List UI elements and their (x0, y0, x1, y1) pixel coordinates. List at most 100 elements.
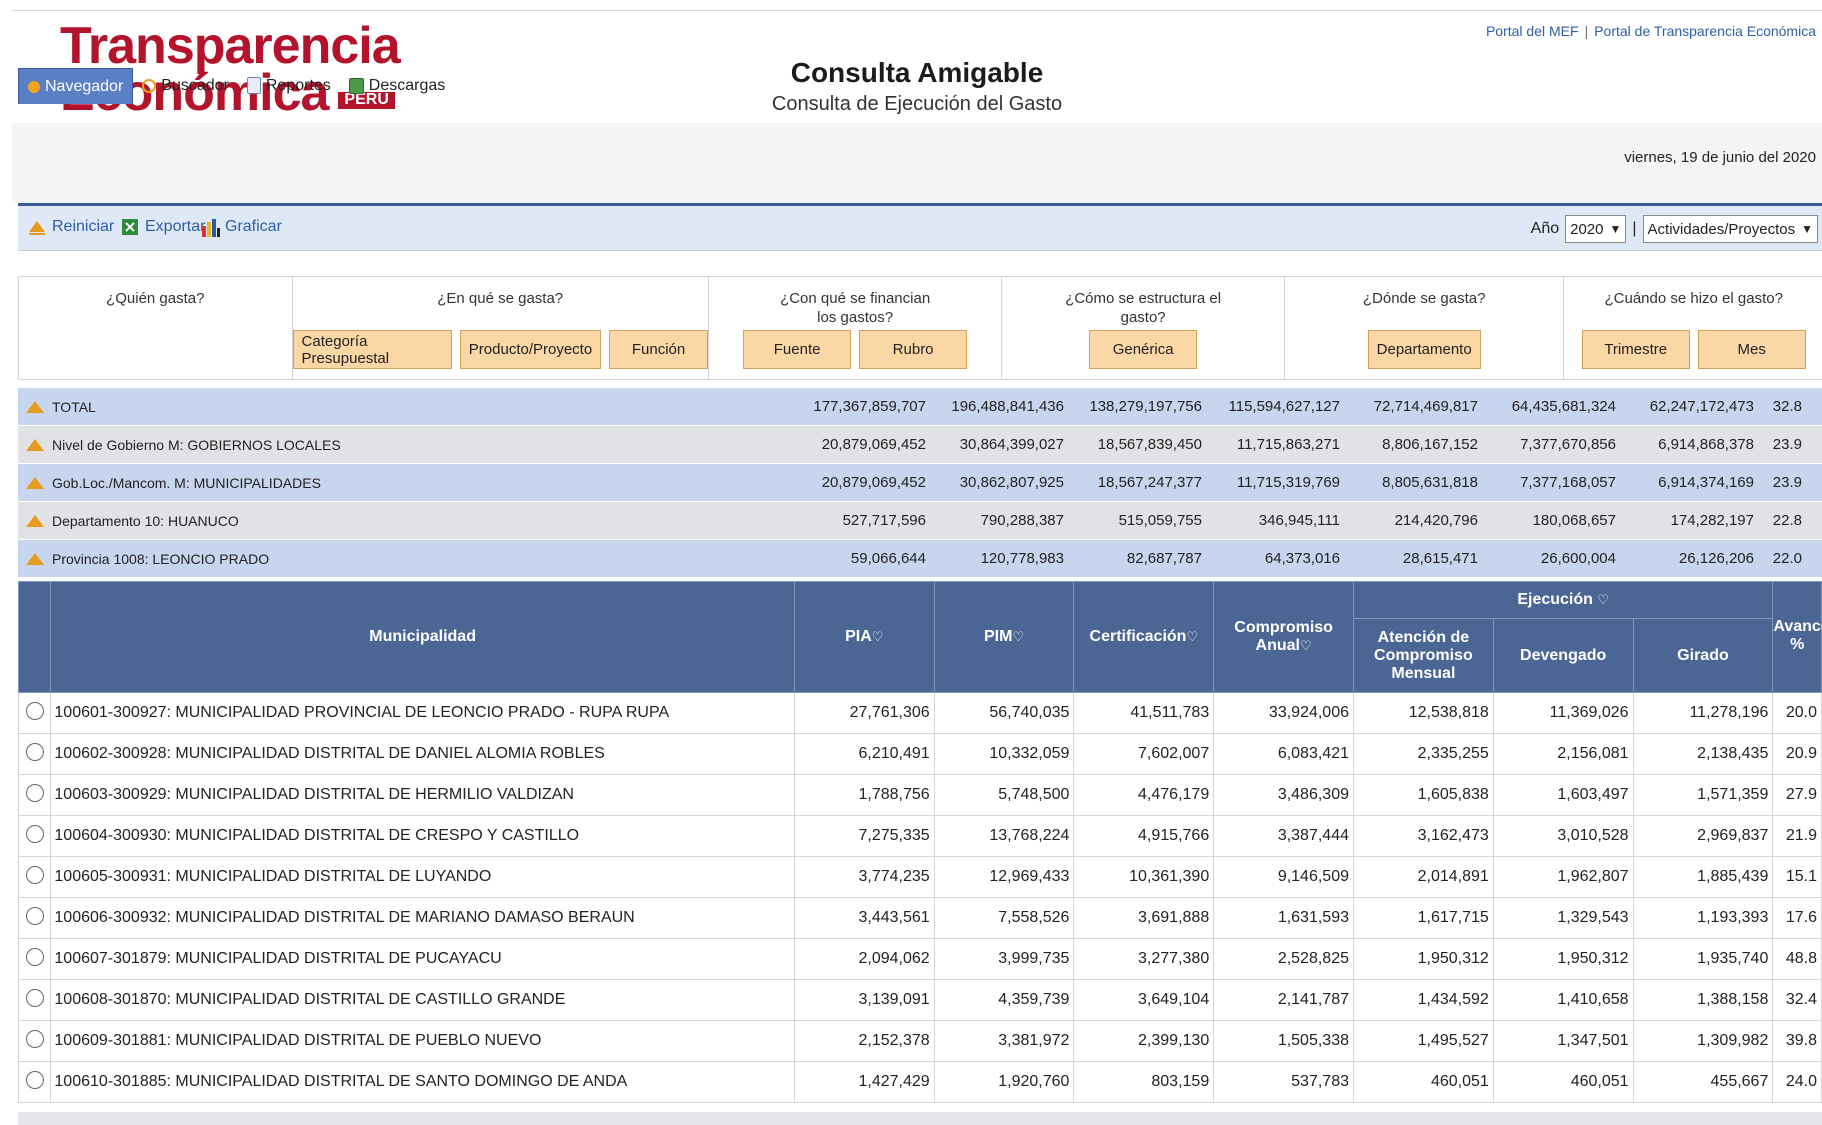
row-select-cell (17, 1020, 52, 1062)
header-pia-label: PIA (845, 628, 872, 645)
question-when: ¿Cuándo se hizo el gasto? Trimestre Mes (1564, 277, 1822, 379)
header-ejecucion[interactable]: Ejecución ♡ (1352, 580, 1774, 620)
row-radio[interactable] (25, 1029, 44, 1048)
info-pin-icon[interactable]: ♡ (1597, 592, 1609, 607)
info-pin-icon[interactable]: ♡ (872, 629, 884, 644)
summary-cert: 18,567,247,377 (1097, 474, 1202, 491)
cell-certificacion: 3,691,888 (1073, 897, 1215, 939)
trimestre-button[interactable]: Trimestre (1581, 330, 1690, 369)
cell-devengado: 460,051 (1492, 1061, 1634, 1103)
summary-atencion: 72,714,469,817 (1373, 398, 1478, 415)
table-row[interactable]: 100610-301885: MUNICIPALIDAD DISTRITAL D… (17, 1061, 1822, 1103)
table-row[interactable]: 100608-301870: MUNICIPALIDAD DISTRITAL D… (17, 979, 1822, 1021)
header-girado[interactable]: Girado (1632, 618, 1774, 693)
question-when-buttons: Trimestre Mes (1564, 330, 1822, 369)
row-radio[interactable] (25, 1070, 44, 1089)
municipalidad-name: 100606-300932: MUNICIPALIDAD DISTRITAL D… (50, 897, 795, 939)
row-radio[interactable] (25, 947, 44, 966)
municipalidad-table: Municipalidad PIA♡ PIM♡ Certificación♡ C… (17, 580, 1822, 1103)
funcion-button[interactable]: Función (609, 330, 708, 369)
summary-row-nivel: Nivel de Gobierno M: GOBIERNOS LOCALES 2… (18, 426, 1822, 464)
table-row[interactable]: 100605-300931: MUNICIPALIDAD DISTRITAL D… (17, 856, 1822, 898)
chart-button[interactable]: Graficar (201, 218, 282, 237)
fuente-button[interactable]: Fuente (743, 330, 852, 369)
table-row[interactable]: 100609-301881: MUNICIPALIDAD DISTRITAL D… (17, 1020, 1822, 1062)
row-radio[interactable] (25, 865, 44, 884)
table-row[interactable]: 100604-300930: MUNICIPALIDAD DISTRITAL D… (17, 815, 1822, 857)
info-pin-icon[interactable]: ♡ (1012, 629, 1024, 644)
collapse-arrow-icon[interactable] (26, 400, 44, 413)
summary-comp: 11,715,319,769 (1236, 474, 1340, 491)
summary-devengado: 64,435,681,324 (1511, 398, 1616, 415)
generica-button[interactable]: Genérica (1089, 330, 1198, 369)
cell-avance: 48.8 (1772, 938, 1822, 980)
info-pin-icon[interactable]: ♡ (1186, 629, 1198, 644)
collapse-arrow-icon[interactable] (26, 552, 44, 565)
report-icon (246, 77, 261, 94)
cell-avance: 39.8 (1772, 1020, 1822, 1062)
tab-descargas[interactable]: Descargas (340, 68, 454, 103)
summary-cert: 82,687,787 (1126, 550, 1202, 567)
cell-girado: 2,969,837 (1632, 815, 1774, 857)
header-atencion-label: Atención de Compromiso Mensual (1374, 628, 1473, 682)
row-radio[interactable] (25, 906, 44, 925)
header-pia[interactable]: PIA♡ (793, 581, 935, 693)
rubro-button[interactable]: Rubro (859, 330, 968, 369)
producto-proyecto-button[interactable]: Producto/Proyecto (459, 330, 602, 369)
summary-label-cell: Provincia 1008: LEONCIO PRADO (18, 551, 792, 567)
table-row[interactable]: 100601-300927: MUNICIPALIDAD PROVINCIAL … (17, 692, 1822, 734)
cell-devengado: 3,010,528 (1492, 815, 1634, 857)
cell-girado: 1,571,359 (1632, 774, 1774, 816)
reset-button[interactable]: Reiniciar (28, 218, 114, 236)
header-pim[interactable]: PIM♡ (933, 581, 1075, 693)
row-radio[interactable] (25, 701, 44, 720)
tab-buscador[interactable]: Buscador (133, 68, 238, 103)
year-select[interactable]: 2020 ▼ (1565, 215, 1627, 243)
municipalidad-name: 100607-301879: MUNICIPALIDAD DISTRITAL D… (50, 938, 795, 980)
mes-button[interactable]: Mes (1697, 330, 1806, 369)
header-avance[interactable]: Avance % (1772, 581, 1822, 693)
tab-navegador-label: Navegador (45, 77, 124, 95)
cell-certificacion: 3,649,104 (1073, 979, 1215, 1021)
level-select[interactable]: Actividades/Proyectos ▼ (1642, 215, 1818, 243)
table-row[interactable]: 100603-300929: MUNICIPALIDAD DISTRITAL D… (17, 774, 1822, 816)
row-radio[interactable] (25, 783, 44, 802)
cell-compromiso: 3,387,444 (1213, 815, 1354, 857)
question-funding: ¿Con qué se financian los gastos? Fuente… (709, 277, 1003, 379)
link-portal-mef[interactable]: Portal del MEF (1486, 23, 1579, 39)
summary-girado: 62,247,172,473 (1649, 398, 1754, 415)
departamento-button[interactable]: Departamento (1367, 330, 1481, 369)
header-certificacion[interactable]: Certificación♡ (1073, 581, 1215, 693)
tab-reportes[interactable]: Reportes (238, 68, 340, 103)
table-row[interactable]: 100606-300932: MUNICIPALIDAD DISTRITAL D… (17, 897, 1822, 939)
export-button[interactable]: Exportar (121, 218, 205, 236)
collapse-arrow-icon[interactable] (26, 438, 44, 451)
summary-comp: 11,715,863,271 (1236, 436, 1340, 453)
cell-pia: 27,761,306 (793, 692, 935, 734)
header-municipalidad[interactable]: Municipalidad (50, 581, 795, 693)
header-devengado[interactable]: Devengado (1492, 618, 1634, 693)
row-radio[interactable] (25, 742, 44, 761)
table-row[interactable]: 100602-300928: MUNICIPALIDAD DISTRITAL D… (17, 733, 1822, 775)
header-atencion[interactable]: Atención de Compromiso Mensual (1353, 618, 1494, 693)
table-row[interactable]: 100607-301879: MUNICIPALIDAD DISTRITAL D… (17, 938, 1822, 980)
row-select-cell (17, 938, 52, 980)
cell-pia: 3,139,091 (793, 979, 935, 1021)
tab-navegador[interactable]: Navegador (18, 68, 134, 104)
row-radio[interactable] (25, 988, 44, 1007)
link-portal-transparencia[interactable]: Portal de Transparencia Económica (1594, 23, 1816, 39)
row-select-cell (17, 979, 52, 1021)
collapse-arrow-icon[interactable] (26, 514, 44, 527)
categoria-presupuestal-button[interactable]: Categoría Presupuestal (292, 330, 452, 369)
chart-label: Graficar (225, 218, 282, 235)
header-compromiso[interactable]: Compromiso Anual♡ (1213, 581, 1354, 693)
row-radio[interactable] (25, 824, 44, 843)
table-header-row-1: Municipalidad PIA♡ PIM♡ Certificación♡ C… (17, 580, 1822, 693)
info-pin-icon[interactable]: ♡ (1300, 638, 1312, 653)
cell-devengado: 1,410,658 (1492, 979, 1634, 1021)
cell-compromiso: 33,924,006 (1213, 692, 1354, 734)
collapse-arrow-icon[interactable] (26, 476, 44, 489)
row-select-cell (17, 856, 52, 898)
cell-girado: 455,667 (1632, 1061, 1774, 1103)
link-separator: | (1584, 23, 1589, 39)
